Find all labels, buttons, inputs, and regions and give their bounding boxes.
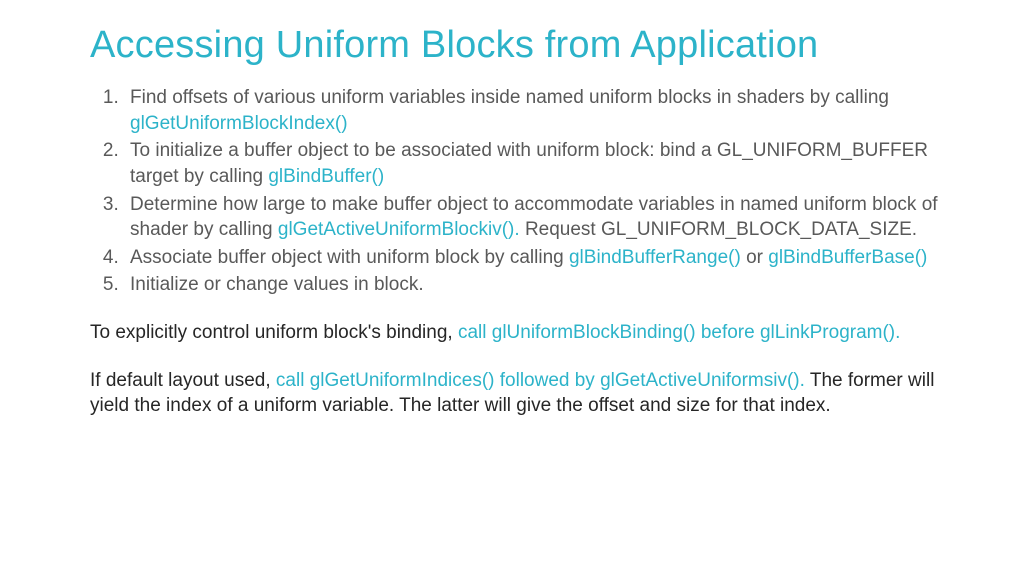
step1-text: Find offsets of various uniform variable… — [130, 87, 889, 108]
api-bindBuffer: glBindBuffer() — [268, 166, 384, 187]
slide-title: Accessing Uniform Blocks from Applicatio… — [90, 24, 964, 67]
step4-text-a: Associate buffer object with uniform blo… — [130, 247, 569, 268]
api-bindBufferBase: glBindBufferBase() — [768, 247, 927, 268]
step4-text-b: or — [741, 247, 768, 268]
api-uniformIndices-call: call glGetUniformIndices() followed by g… — [276, 370, 810, 391]
p2-bold: If default layout used, — [90, 370, 276, 391]
paragraph-default-layout: If default layout used, call glGetUnifor… — [90, 368, 964, 419]
step5-text: Initialize or change values in block. — [130, 274, 424, 295]
api-getActiveUniformBlockiv: glGetActiveUniformBlockiv(). — [278, 219, 525, 240]
slide-region: Accessing Uniform Blocks from Applicatio… — [0, 0, 1024, 576]
steps-list: Find offsets of various uniform variable… — [90, 85, 964, 298]
step-item-5: Initialize or change values in block. — [124, 272, 964, 298]
paragraph-explicit-binding: To explicitly control uniform block's bi… — [90, 320, 964, 346]
step-item-4: Associate buffer object with uniform blo… — [124, 245, 964, 271]
api-uniformBlockBinding-call: call glUniformBlockBinding() before glLi… — [458, 322, 900, 343]
step3-text-b: Request GL_UNIFORM_BLOCK_DATA_SIZE. — [525, 219, 917, 240]
api-bindBufferRange: glBindBufferRange() — [569, 247, 741, 268]
step-item-1: Find offsets of various uniform variable… — [124, 85, 964, 136]
p1-bold: To explicitly control uniform block's bi… — [90, 322, 458, 343]
step-item-3: Determine how large to make buffer objec… — [124, 192, 964, 243]
api-getUniformBlockIndex: glGetUniformBlockIndex() — [130, 113, 348, 134]
step2-text: To initialize a buffer object to be asso… — [130, 140, 928, 187]
step-item-2: To initialize a buffer object to be asso… — [124, 138, 964, 189]
